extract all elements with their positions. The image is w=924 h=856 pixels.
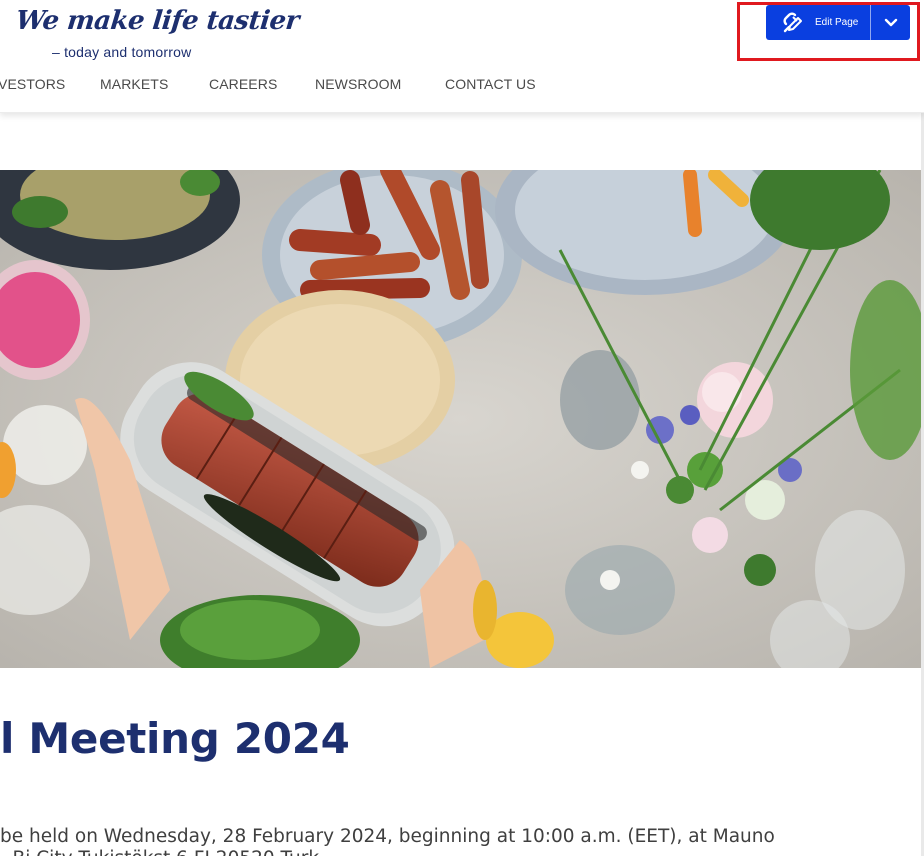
meeting-text-line-1: be held on Wednesday, 28 February 2024, …	[0, 826, 775, 847]
brand-subtagline: – today and tomorrow	[52, 44, 192, 60]
brand-tagline[interactable]: We make life tastier	[14, 6, 300, 36]
edit-page-control: Edit Page	[766, 5, 910, 40]
nav-item-newsroom[interactable]: NEWSROOM	[315, 76, 401, 92]
nav-item-investors[interactable]: VESTORS	[0, 76, 65, 92]
meeting-text-line-2: - Bi City Tukistökst 6 FI 20520 Turk	[0, 848, 319, 856]
chevron-down-icon	[884, 18, 897, 26]
nav-item-markets[interactable]: MARKETS	[100, 76, 168, 92]
page-title: l Meeting 2024	[0, 714, 350, 763]
edit-page-label: Edit Page	[815, 17, 859, 28]
link-pencil-icon	[783, 12, 802, 32]
hero-image	[0, 170, 921, 668]
edit-dropdown-button[interactable]	[871, 5, 910, 40]
nav-item-careers[interactable]: CAREERS	[209, 76, 277, 92]
nav-item-contact-us[interactable]: CONTACT US	[445, 76, 536, 92]
hero-food-illustration	[0, 170, 921, 668]
edit-page-button[interactable]: Edit Page	[766, 5, 870, 40]
site-header: We make life tastier – today and tomorro…	[0, 0, 924, 113]
